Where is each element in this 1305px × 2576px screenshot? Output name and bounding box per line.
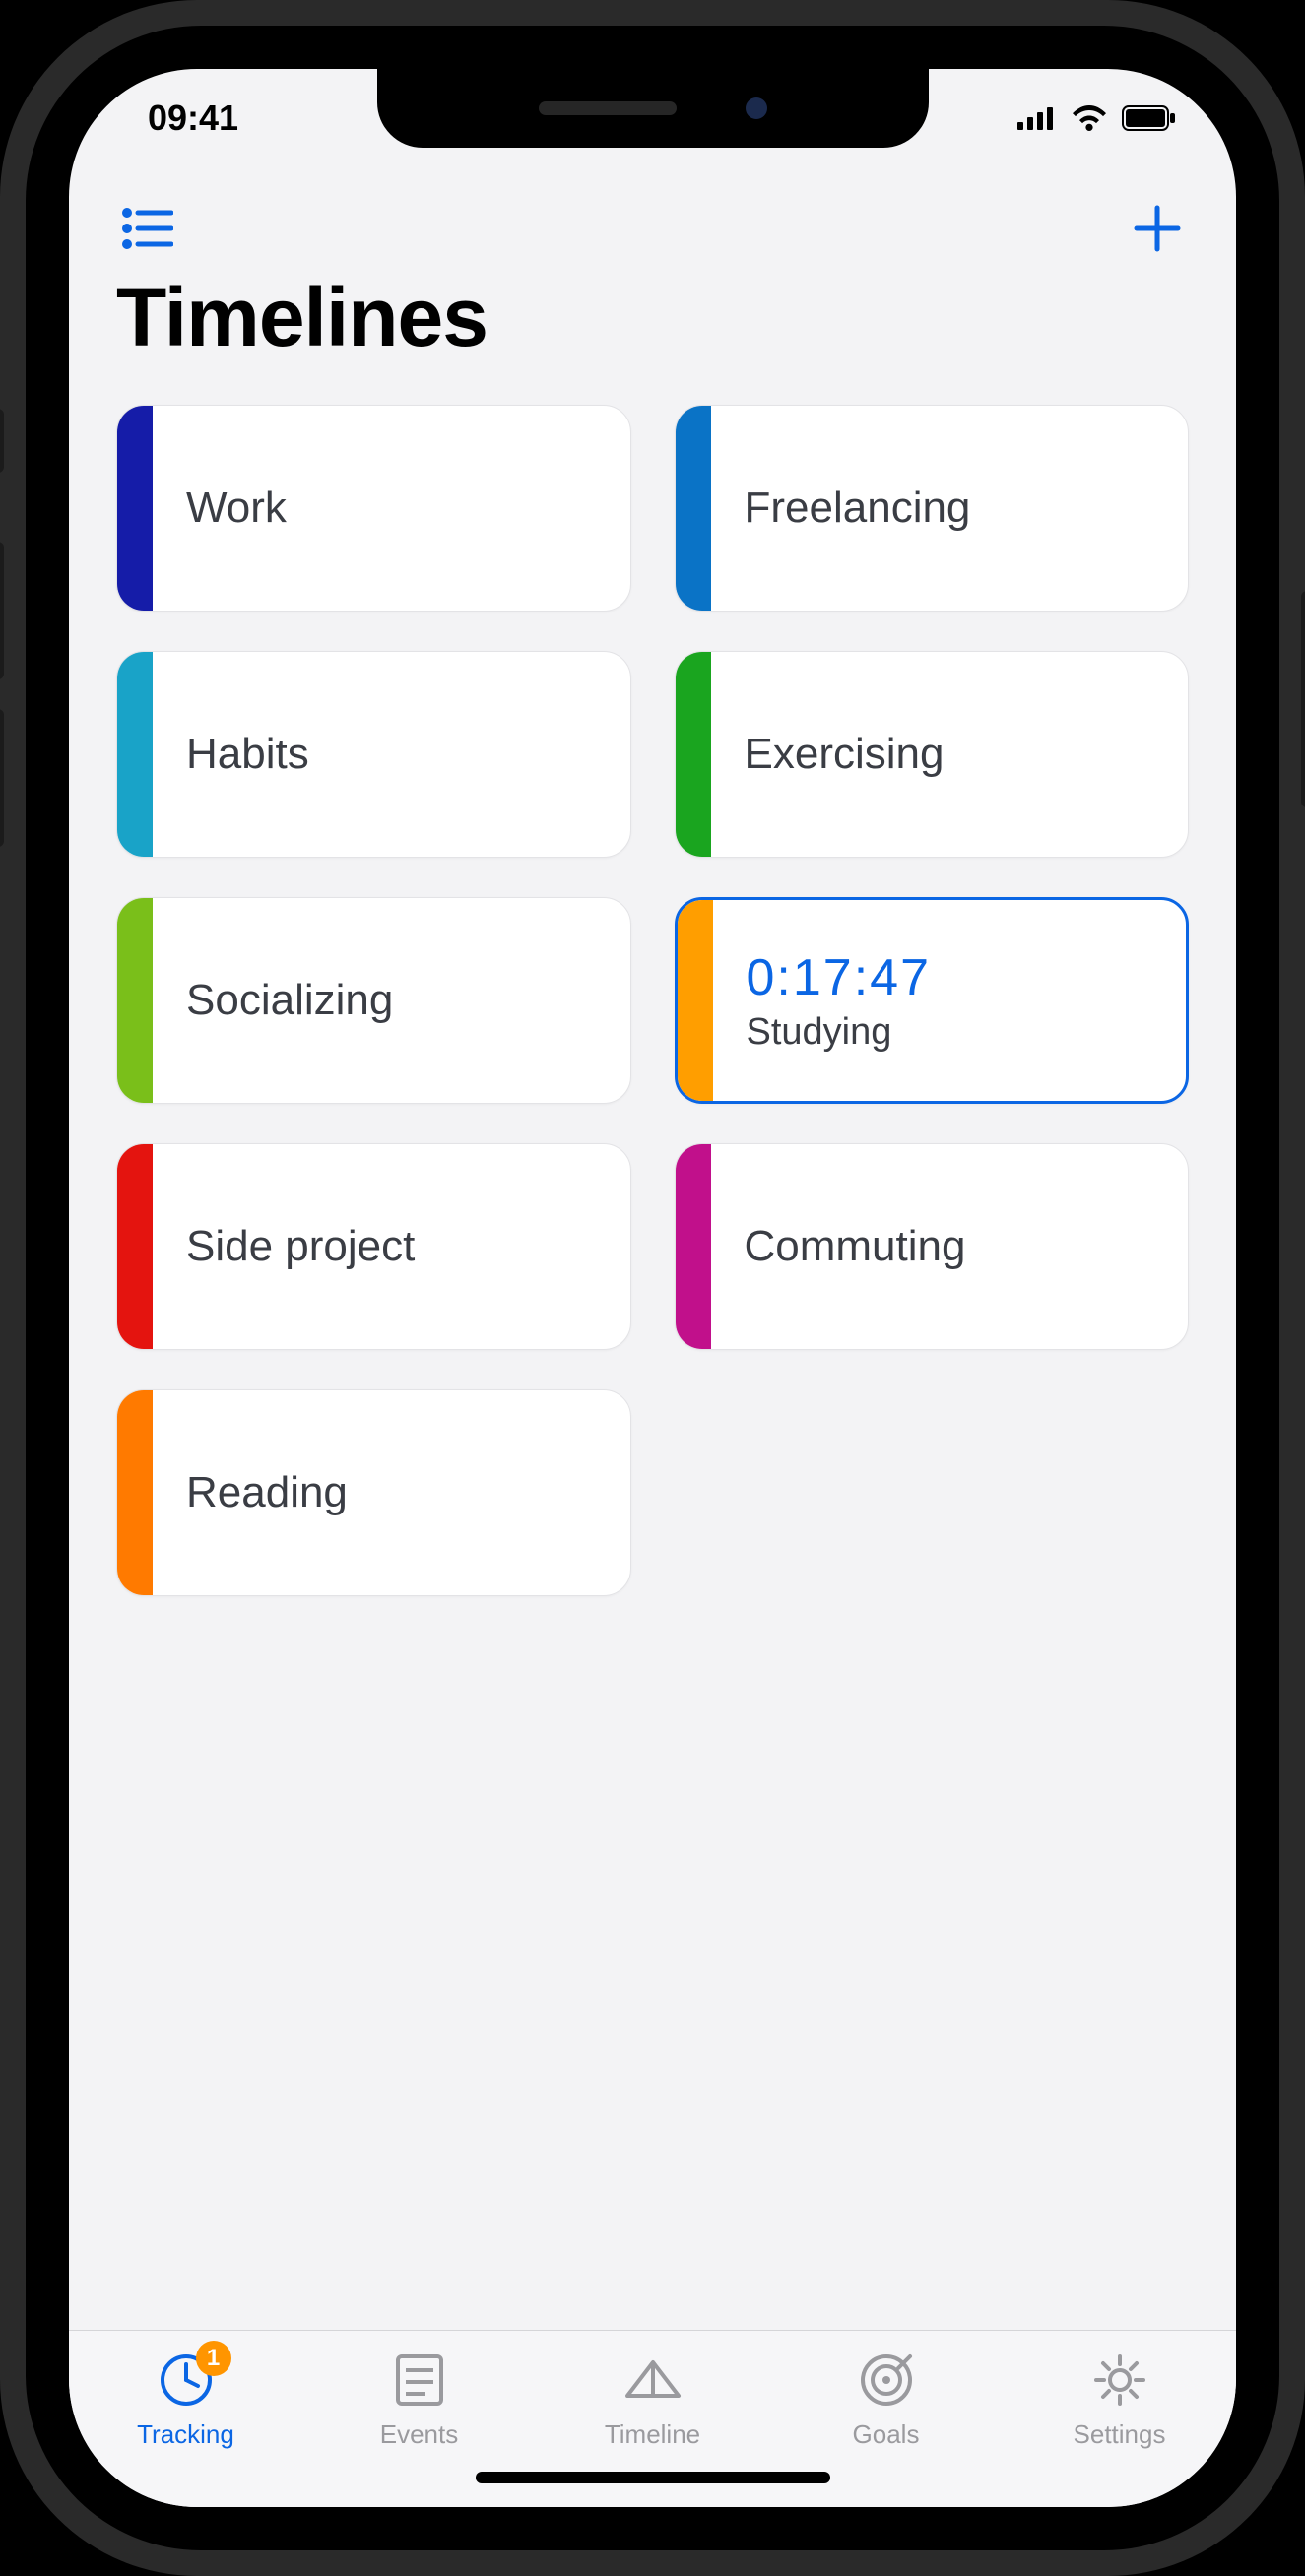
card-label: Reading bbox=[186, 1468, 630, 1517]
screen: 09:41 bbox=[69, 69, 1236, 2507]
hardware-volume-up bbox=[0, 542, 4, 679]
timeline-card[interactable]: 0:17:47Studying bbox=[675, 897, 1190, 1104]
card-label: Socializing bbox=[186, 976, 630, 1025]
card-label: Exercising bbox=[745, 730, 1189, 779]
card-body: 0:17:47Studying bbox=[713, 900, 1187, 1101]
color-stripe bbox=[117, 406, 153, 611]
timeline-card[interactable]: Work bbox=[116, 405, 631, 612]
card-body: Reading bbox=[153, 1390, 630, 1595]
home-indicator bbox=[476, 2472, 830, 2483]
timeline-card[interactable]: Socializing bbox=[116, 897, 631, 1104]
card-body: Side project bbox=[153, 1144, 630, 1349]
timeline-card[interactable]: Reading bbox=[116, 1389, 631, 1596]
tab-label: Timeline bbox=[605, 2419, 700, 2450]
timeline-card[interactable]: Freelancing bbox=[675, 405, 1190, 612]
color-stripe bbox=[117, 1390, 153, 1595]
timeline-card[interactable]: Exercising bbox=[675, 651, 1190, 858]
card-label: Commuting bbox=[745, 1222, 1189, 1271]
status-indicators bbox=[1017, 105, 1177, 131]
list-icon bbox=[122, 208, 173, 249]
timeline-card[interactable]: Side project bbox=[116, 1143, 631, 1350]
tab-badge: 1 bbox=[196, 2341, 231, 2376]
add-button[interactable] bbox=[1126, 197, 1189, 260]
nav-bar bbox=[69, 167, 1236, 270]
speaker-grille bbox=[539, 101, 677, 115]
timeline-grid: Work Freelancing Habits Exercising Socializi… bbox=[69, 405, 1236, 1596]
color-stripe bbox=[117, 1144, 153, 1349]
card-body: Commuting bbox=[711, 1144, 1189, 1349]
tab-settings[interactable]: Settings bbox=[1031, 2349, 1208, 2450]
timeline-icon bbox=[621, 2349, 685, 2412]
plus-icon bbox=[1133, 204, 1182, 253]
card-label: Habits bbox=[186, 730, 630, 779]
list-view-button[interactable] bbox=[116, 197, 179, 260]
hardware-power-button bbox=[1301, 591, 1305, 807]
tab-label: Tracking bbox=[137, 2419, 234, 2450]
page-title: Timelines bbox=[69, 270, 1236, 405]
notch bbox=[377, 69, 929, 148]
timeline-card[interactable]: Commuting bbox=[675, 1143, 1190, 1350]
tab-goals[interactable]: Goals bbox=[798, 2349, 975, 2450]
tab-events[interactable]: Events bbox=[331, 2349, 508, 2450]
tab-label: Settings bbox=[1074, 2419, 1166, 2450]
card-body: Freelancing bbox=[711, 406, 1189, 611]
battery-icon bbox=[1122, 105, 1177, 131]
color-stripe bbox=[117, 898, 153, 1103]
color-stripe bbox=[678, 900, 713, 1101]
card-label: Work bbox=[186, 483, 630, 533]
color-stripe bbox=[117, 652, 153, 857]
tracking-icon: 1 bbox=[155, 2349, 218, 2412]
phone-frame: 09:41 bbox=[0, 0, 1305, 2576]
hardware-silence-switch bbox=[0, 409, 4, 473]
color-stripe bbox=[676, 652, 711, 857]
wifi-icon bbox=[1071, 105, 1108, 131]
tab-timeline[interactable]: Timeline bbox=[564, 2349, 742, 2450]
color-stripe bbox=[676, 1144, 711, 1349]
events-icon bbox=[388, 2349, 451, 2412]
card-label: Freelancing bbox=[745, 483, 1189, 533]
timer-value: 0:17:47 bbox=[747, 948, 1187, 1007]
color-stripe bbox=[676, 406, 711, 611]
card-body: Socializing bbox=[153, 898, 630, 1103]
card-body: Work bbox=[153, 406, 630, 611]
goals-icon bbox=[855, 2349, 918, 2412]
cellular-icon bbox=[1017, 106, 1057, 130]
card-label: Side project bbox=[186, 1222, 630, 1271]
settings-icon bbox=[1088, 2349, 1151, 2412]
card-label: Studying bbox=[747, 1011, 1187, 1054]
card-body: Habits bbox=[153, 652, 630, 857]
timeline-card[interactable]: Habits bbox=[116, 651, 631, 858]
card-body: Exercising bbox=[711, 652, 1189, 857]
tab-label: Goals bbox=[853, 2419, 920, 2450]
tab-tracking[interactable]: 1 Tracking bbox=[98, 2349, 275, 2450]
tab-label: Events bbox=[380, 2419, 459, 2450]
hardware-volume-down bbox=[0, 709, 4, 847]
front-camera bbox=[746, 97, 767, 119]
status-time: 09:41 bbox=[148, 97, 238, 139]
